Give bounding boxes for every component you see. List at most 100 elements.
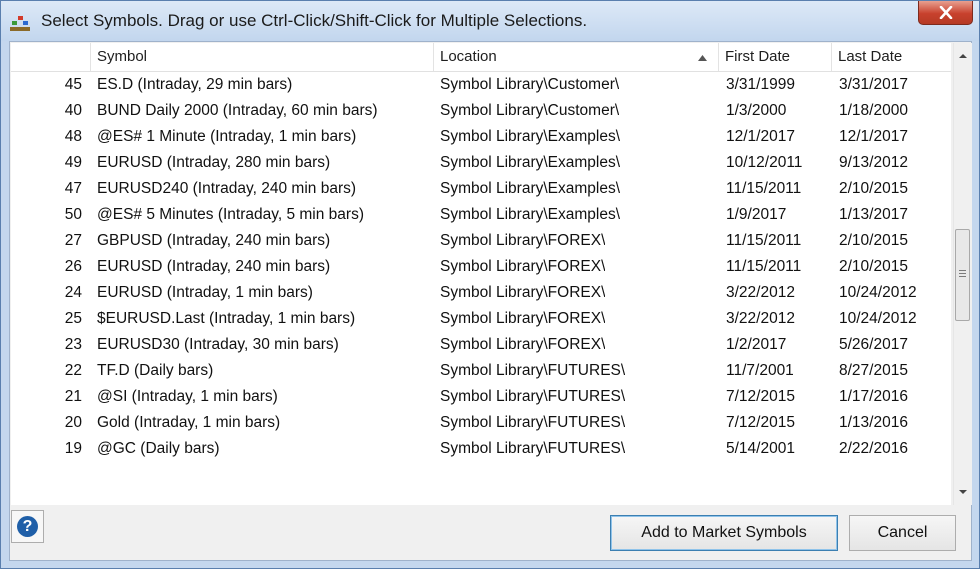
location-cell: Symbol Library\FUTURES\ bbox=[440, 362, 626, 379]
table-row[interactable]: 25 $EURUSD.Last (Intraday, 1 min bars) Sym… bbox=[11, 306, 951, 332]
location-cell: Symbol Library\FOREX\ bbox=[440, 284, 606, 301]
first-date-cell: 3/22/2012 bbox=[726, 310, 795, 327]
header-last-date[interactable]: Last Date bbox=[832, 43, 951, 71]
symbol-cell: Gold (Intraday, 1 min bars) bbox=[97, 414, 281, 431]
location-cell: Symbol Library\FUTURES\ bbox=[440, 414, 626, 431]
symbol-cell: TF.D (Daily bars) bbox=[97, 362, 214, 379]
cancel-button[interactable]: Cancel bbox=[849, 515, 956, 551]
last-date-cell: 2/10/2015 bbox=[839, 258, 908, 275]
last-date-cell: 1/13/2016 bbox=[839, 414, 908, 431]
table-row[interactable]: 49 EURUSD (Intraday, 280 min bars) Symbol … bbox=[11, 150, 951, 176]
last-date-cell: 10/24/2012 bbox=[839, 310, 917, 327]
button-bar: ? Add to Market Symbols Cancel bbox=[10, 507, 971, 560]
location-cell: Symbol Library\Examples\ bbox=[440, 206, 621, 223]
header-location[interactable]: Location bbox=[434, 43, 719, 71]
last-date-cell: 2/10/2015 bbox=[839, 180, 908, 197]
last-date-cell: 1/13/2017 bbox=[839, 206, 908, 223]
symbol-cell: $EURUSD.Last (Intraday, 1 min bars) bbox=[97, 310, 356, 327]
table-row[interactable]: 48 @ES# 1 Minute (Intraday, 1 min bars) Sy… bbox=[11, 124, 951, 150]
last-date-cell: 2/22/2016 bbox=[839, 440, 908, 457]
table-row[interactable]: 27 GBPUSD (Intraday, 240 min bars) Symbol … bbox=[11, 228, 951, 254]
row-number: 24 bbox=[64, 284, 82, 301]
first-date-cell: 12/1/2017 bbox=[726, 128, 795, 145]
first-date-cell: 11/15/2011 bbox=[726, 180, 802, 197]
scroll-up-icon[interactable] bbox=[958, 51, 968, 61]
vertical-scrollbar[interactable] bbox=[953, 43, 972, 505]
first-date-cell: 1/9/2017 bbox=[726, 206, 787, 223]
dialog-body: Symbol Location First Date Last Date 45 E… bbox=[9, 41, 972, 561]
symbol-cell: @ES# 5 Minutes (Intraday, 5 min bars) bbox=[97, 206, 364, 223]
location-cell: Symbol Library\FUTURES\ bbox=[440, 440, 626, 457]
symbol-cell: EURUSD (Intraday, 1 min bars) bbox=[97, 284, 313, 301]
row-number: 50 bbox=[64, 206, 82, 223]
last-date-cell: 2/10/2015 bbox=[839, 232, 908, 249]
select-symbols-dialog: Select Symbols. Drag or use Ctrl-Click/S… bbox=[0, 0, 980, 569]
row-number: 25 bbox=[64, 310, 82, 327]
table-row[interactable]: 21 @SI (Intraday, 1 min bars) Symbol Libra… bbox=[11, 384, 951, 410]
title-bar[interactable]: Select Symbols. Drag or use Ctrl-Click/S… bbox=[1, 1, 979, 41]
first-date-cell: 10/12/2011 bbox=[726, 154, 803, 171]
last-date-cell: 1/18/2000 bbox=[839, 102, 908, 119]
symbol-cell: ES.D (Intraday, 29 min bars) bbox=[97, 76, 293, 93]
window-title: Select Symbols. Drag or use Ctrl-Click/S… bbox=[41, 11, 588, 30]
location-cell: Symbol Library\FUTURES\ bbox=[440, 388, 626, 405]
symbol-cell: EURUSD240 (Intraday, 240 min bars) bbox=[97, 180, 357, 197]
header-index[interactable] bbox=[11, 43, 91, 71]
location-cell: Symbol Library\Examples\ bbox=[440, 180, 621, 197]
row-number: 19 bbox=[64, 440, 82, 457]
row-number: 23 bbox=[64, 336, 82, 353]
location-cell: Symbol Library\Examples\ bbox=[440, 128, 621, 145]
sort-ascending-icon bbox=[698, 55, 707, 61]
table-row[interactable]: 26 EURUSD (Intraday, 240 min bars) Symbol … bbox=[11, 254, 951, 280]
row-number: 49 bbox=[64, 154, 82, 171]
table-row[interactable]: 22 TF.D (Daily bars) Symbol Library\FUTURE… bbox=[11, 358, 951, 384]
row-number: 40 bbox=[64, 102, 82, 119]
table-row[interactable]: 24 EURUSD (Intraday, 1 min bars) Symbol Li… bbox=[11, 280, 951, 306]
row-number: 45 bbox=[64, 76, 82, 93]
symbols-app-icon bbox=[10, 16, 30, 31]
location-cell: Symbol Library\Customer\ bbox=[440, 102, 620, 119]
symbol-cell: EURUSD (Intraday, 280 min bars) bbox=[97, 154, 331, 171]
table-row[interactable]: 40 BUND Daily 2000 (Intraday, 60 min bars… bbox=[11, 98, 951, 124]
header-first-date[interactable]: First Date bbox=[719, 43, 832, 71]
last-date-cell: 9/13/2012 bbox=[839, 154, 908, 171]
location-cell: Symbol Library\FOREX\ bbox=[440, 258, 606, 275]
symbol-cell: EURUSD30 (Intraday, 30 min bars) bbox=[97, 336, 339, 353]
row-number: 26 bbox=[64, 258, 82, 275]
first-date-cell: 11/15/2011 bbox=[726, 232, 802, 249]
row-number: 47 bbox=[64, 180, 82, 197]
help-button[interactable]: ? bbox=[11, 510, 44, 543]
row-number: 21 bbox=[64, 388, 82, 405]
last-date-cell: 3/31/2017 bbox=[839, 76, 908, 93]
last-date-cell: 12/1/2017 bbox=[839, 128, 908, 145]
first-date-cell: 1/3/2000 bbox=[726, 102, 787, 119]
symbol-cell: BUND Daily 2000 (Intraday, 60 min bars) bbox=[97, 102, 378, 119]
location-cell: Symbol Library\FOREX\ bbox=[440, 336, 606, 353]
symbol-cell: @SI (Intraday, 1 min bars) bbox=[97, 388, 278, 405]
last-date-cell: 5/26/2017 bbox=[839, 336, 908, 353]
first-date-cell: 11/15/2011 bbox=[726, 258, 802, 275]
scroll-down-icon[interactable] bbox=[958, 487, 968, 497]
row-number: 27 bbox=[64, 232, 82, 249]
grid-header: Symbol Location First Date Last Date bbox=[11, 43, 951, 72]
first-date-cell: 7/12/2015 bbox=[726, 414, 795, 431]
table-row[interactable]: 20 Gold (Intraday, 1 min bars) Symbol Libr… bbox=[11, 410, 951, 436]
symbol-cell: @ES# 1 Minute (Intraday, 1 min bars) bbox=[97, 128, 357, 145]
last-date-cell: 8/27/2015 bbox=[839, 362, 908, 379]
table-row[interactable]: 47 EURUSD240 (Intraday, 240 min bars) Symb… bbox=[11, 176, 951, 202]
header-symbol[interactable]: Symbol bbox=[91, 43, 434, 71]
first-date-cell: 1/2/2017 bbox=[726, 336, 787, 353]
symbols-grid[interactable]: Symbol Location First Date Last Date 45 E… bbox=[11, 43, 951, 505]
scrollbar-thumb[interactable] bbox=[955, 229, 970, 321]
table-row[interactable]: 45 ES.D (Intraday, 29 min bars) Symbol Lib… bbox=[11, 72, 951, 98]
table-row[interactable]: 19 @GC (Daily bars) Symbol Library\FUTURES… bbox=[11, 436, 951, 462]
location-cell: Symbol Library\Customer\ bbox=[440, 76, 620, 93]
first-date-cell: 11/7/2001 bbox=[726, 362, 794, 379]
close-button[interactable] bbox=[918, 1, 973, 25]
first-date-cell: 3/31/1999 bbox=[726, 76, 795, 93]
table-row[interactable]: 23 EURUSD30 (Intraday, 30 min bars) Symbol… bbox=[11, 332, 951, 358]
add-to-market-symbols-button[interactable]: Add to Market Symbols bbox=[610, 515, 838, 551]
last-date-cell: 1/17/2016 bbox=[839, 388, 908, 405]
table-row[interactable]: 50 @ES# 5 Minutes (Intraday, 5 min bars) S… bbox=[11, 202, 951, 228]
symbol-cell: @GC (Daily bars) bbox=[97, 440, 220, 457]
